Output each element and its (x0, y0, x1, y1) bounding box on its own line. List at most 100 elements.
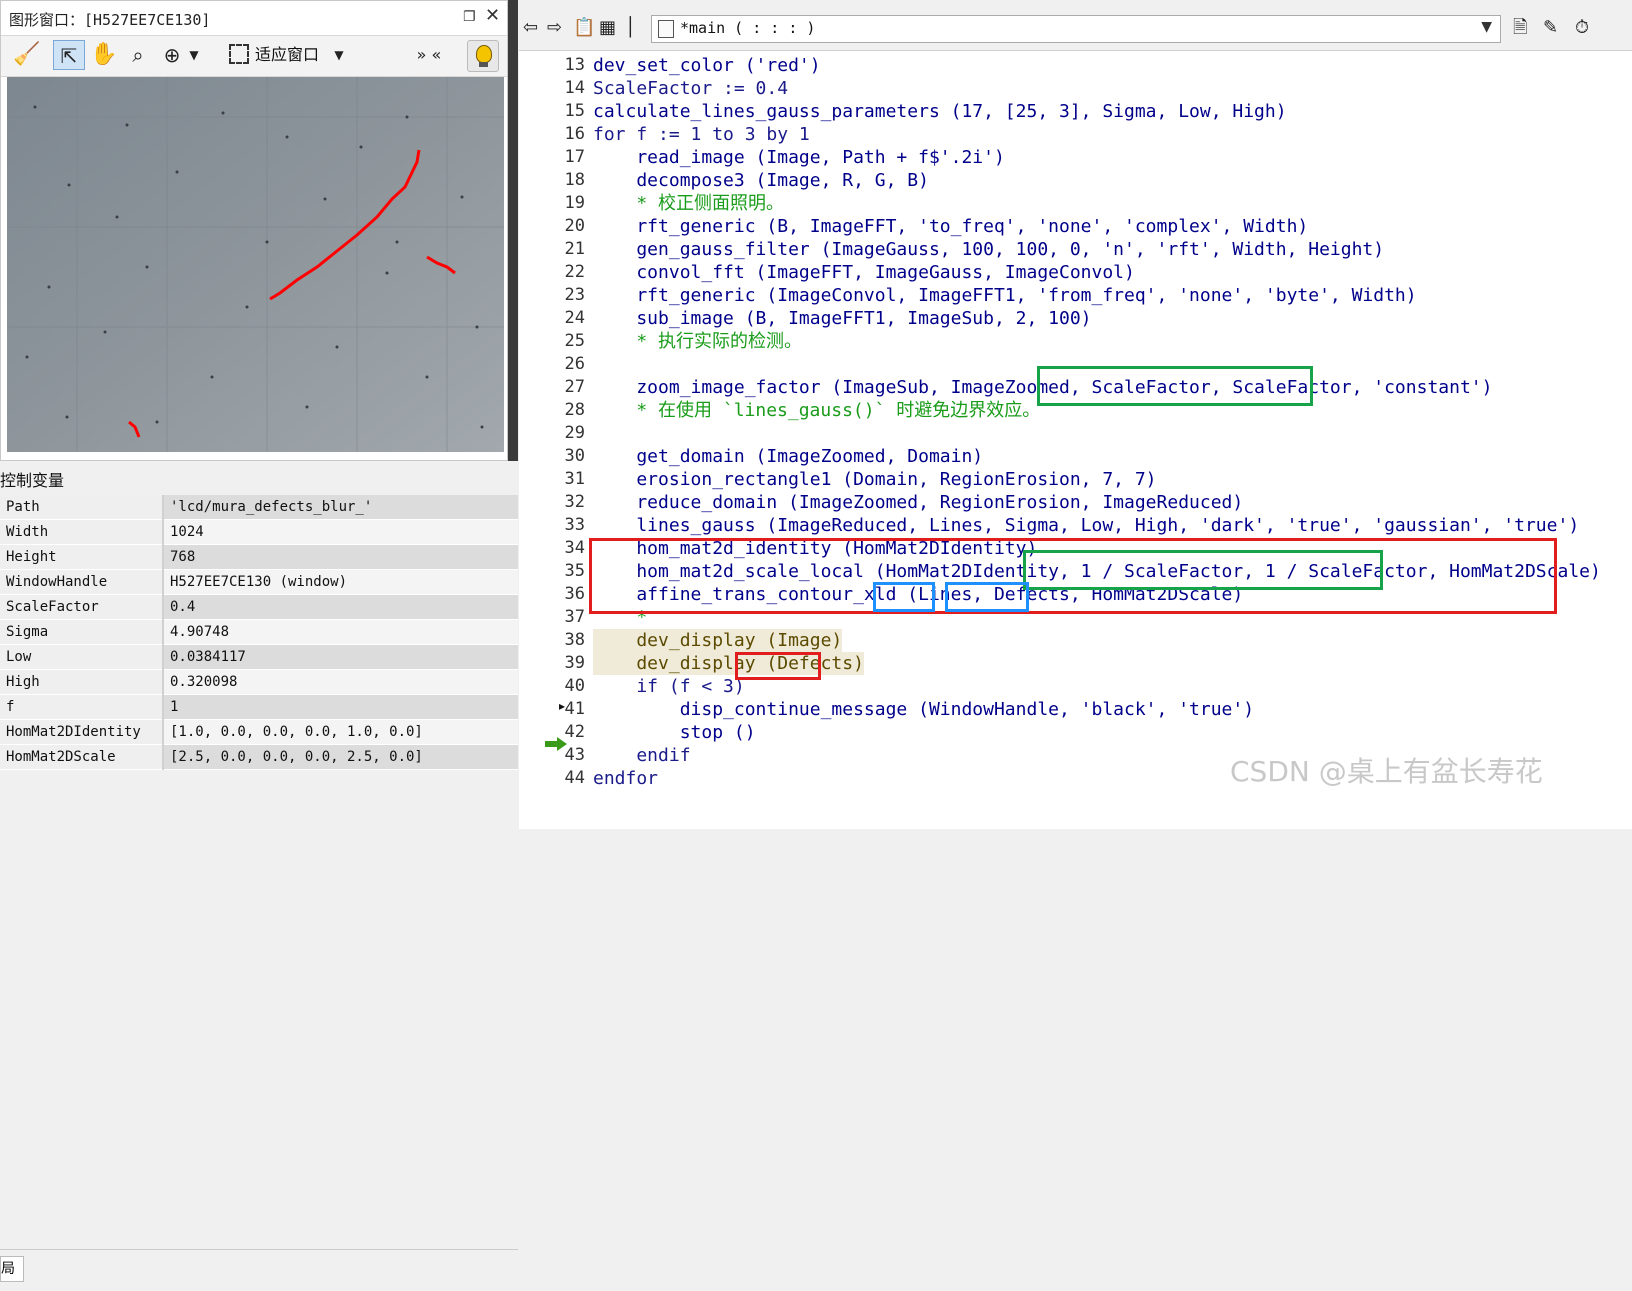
line-number[interactable]: 17 (519, 146, 585, 169)
broom-icon[interactable]: 🧹 (13, 40, 41, 70)
line-number[interactable]: 13 (519, 54, 585, 77)
variable-row[interactable]: f1 (0, 694, 518, 720)
bottom-tabbar: 局 (0, 1249, 518, 1291)
variable-row[interactable]: HomMat2DIdentity [1.0, 0.0, 0.0, 0.0, 1.0… (0, 719, 518, 745)
line-number[interactable]: 19 (519, 192, 585, 215)
code-line[interactable]: ScaleFactor := 0.4 (593, 77, 788, 100)
variable-row[interactable]: Low 0.0384117 (0, 644, 518, 670)
line-number[interactable]: 34 (519, 537, 585, 560)
highlight-box-green-scalefactor (1037, 366, 1313, 406)
variable-value: 0.0384117 (163, 644, 518, 670)
line-number[interactable]: 14 (519, 77, 585, 100)
line-number[interactable]: 27 (519, 376, 585, 399)
line-number[interactable]: 26 (519, 353, 585, 376)
line-number[interactable]: 30 (519, 445, 585, 468)
code-line[interactable]: * 在使用 `lines_gauss()` 时避免边界效应。 (593, 399, 1040, 422)
code-line[interactable]: rft_generic (ImageConvol, ImageFFT1, 'fr… (593, 284, 1416, 307)
line-number[interactable]: 15 (519, 100, 585, 123)
line-number[interactable]: 33 (519, 514, 585, 537)
procedure-name: *main ( : : : ) (680, 19, 816, 37)
code-line[interactable]: gen_gauss_filter (ImageGauss, 100, 100, … (593, 238, 1384, 261)
line-number[interactable]: 36 (519, 583, 585, 606)
lightbulb-icon[interactable] (467, 40, 499, 72)
line-number[interactable]: 24 (519, 307, 585, 330)
variable-row[interactable]: Sigma 4.90748 (0, 619, 518, 645)
code-line[interactable]: decompose3 (Image, R, G, B) (593, 169, 929, 192)
code-line[interactable]: dev_display (Image) (593, 629, 843, 652)
code-line[interactable]: disp_continue_message (WindowHandle, 'bl… (593, 698, 1254, 721)
variable-row[interactable]: HomMat2DScale [2.5, 0.0, 0.0, 0.0, 2.5, 0… (0, 744, 518, 770)
graphics-window-titlebar[interactable]: 图形窗口：[H527EE7CE130] ❐ ✕ (1, 1, 507, 34)
line-number[interactable]: 39 (519, 652, 585, 675)
line-number[interactable]: 28 (519, 399, 585, 422)
line-number[interactable]: 18 (519, 169, 585, 192)
code-line[interactable]: endfor (593, 767, 658, 790)
fit-window-icon[interactable] (229, 44, 249, 64)
code-line[interactable]: reduce_domain (ImageZoomed, RegionErosio… (593, 491, 1243, 514)
line-number[interactable]: 32 (519, 491, 585, 514)
panel-separator[interactable] (508, 0, 518, 461)
variable-row[interactable]: Width 1024 (0, 519, 518, 545)
timer-icon[interactable]: ⏱ (1575, 18, 1589, 38)
fit-window-label[interactable]: 适应窗口 (255, 40, 319, 70)
code-line[interactable]: calculate_lines_gauss_parameters (17, [2… (593, 100, 1287, 123)
code-line[interactable]: convol_fft (ImageFFT, ImageGauss, ImageC… (593, 261, 1135, 284)
line-number[interactable]: 35 (519, 560, 585, 583)
variable-row[interactable]: Path'lcd/mura_defects_blur_' (0, 495, 518, 520)
variable-row[interactable]: Height 768 (0, 544, 518, 570)
line-number[interactable]: 23 (519, 284, 585, 307)
back-icon[interactable]: ⇦ (523, 18, 538, 38)
hand-icon[interactable]: ✋ (89, 40, 119, 70)
image-canvas[interactable] (7, 77, 504, 452)
code-editor[interactable]: 13 dev_set_color ('red') 14 ScaleFactor := … (519, 52, 1632, 829)
variable-row[interactable]: High 0.320098 (0, 669, 518, 695)
code-line[interactable]: * 执行实际的检测。 (593, 330, 802, 353)
code-line[interactable]: endif (593, 744, 690, 767)
code-line[interactable]: dev_set_color ('red') (593, 54, 821, 77)
zoom-in-icon[interactable]: ⊕ (159, 40, 185, 70)
code-line[interactable]: if (f < 3) (593, 675, 744, 698)
pointer-icon[interactable]: ⇱ (53, 40, 85, 70)
fit-dropdown-icon[interactable]: ▼ (331, 40, 347, 70)
line-number[interactable]: 38 (519, 629, 585, 652)
procedure-selector[interactable]: *main ( : : : ) ▼ (651, 15, 1501, 43)
grid-icon[interactable]: ▦ (599, 18, 616, 38)
code-line[interactable]: rft_generic (B, ImageFFT, 'to_freq', 'no… (593, 215, 1308, 238)
line-number[interactable]: 44 (519, 767, 585, 790)
search-icon[interactable]: ⌕ (125, 40, 151, 70)
chevron-down-icon[interactable]: ▼ (1481, 19, 1492, 35)
code-line[interactable]: read_image (Image, Path + f$'.2i') (593, 146, 1004, 169)
variable-name: f (0, 694, 164, 720)
line-number[interactable]: 25 (519, 330, 585, 353)
line-number[interactable]: 31 (519, 468, 585, 491)
clipboard-icon[interactable]: 📋 (573, 18, 595, 38)
variable-row[interactable]: WindowHandle H527EE7CE130 (window) (0, 569, 518, 595)
restore-icon[interactable]: ❐ (463, 10, 477, 24)
code-line[interactable]: sub_image (B, ImageFFT1, ImageSub, 2, 10… (593, 307, 1091, 330)
line-number[interactable]: 16 (519, 123, 585, 146)
forward-icon[interactable]: ⇨ (547, 18, 562, 38)
code-line[interactable]: get_domain (ImageZoomed, Domain) (593, 445, 983, 468)
variable-row[interactable]: ScaleFactor 0.4 (0, 594, 518, 620)
code-line[interactable]: * 校正侧面照明。 (593, 192, 784, 215)
line-number[interactable]: 22 (519, 261, 585, 284)
bottom-tab[interactable]: 局 (0, 1256, 24, 1282)
code-line[interactable]: for f := 1 to 3 by 1 (593, 123, 810, 146)
tool-icon[interactable]: ✎ (1543, 18, 1558, 38)
line-number[interactable]: 37 (519, 606, 585, 629)
code-line[interactable]: stop () (593, 721, 756, 744)
code-line[interactable]: lines_gauss (ImageReduced, Lines, Sigma,… (593, 514, 1579, 537)
chevron-down-icon[interactable]: ▼ (187, 40, 201, 70)
code-line[interactable]: erosion_rectangle1 (Domain, RegionErosio… (593, 468, 1156, 491)
line-number[interactable]: 29 (519, 422, 585, 445)
line-number[interactable]: 21 (519, 238, 585, 261)
code-line[interactable]: dev_display (Defects) (593, 652, 864, 675)
close-icon[interactable]: ✕ (485, 7, 501, 25)
variables-table: Path'lcd/mura_defects_blur_' Width 1024 Hei… (0, 495, 518, 770)
line-number[interactable]: 40 (519, 675, 585, 698)
export-icon[interactable]: 🗎 (1513, 18, 1527, 38)
variable-value: 4.90748 (163, 619, 518, 645)
line-number[interactable]: 20 (519, 215, 585, 238)
expand-collapse-icon[interactable]: » « (407, 40, 451, 70)
line-number[interactable]: 41 (519, 698, 585, 721)
